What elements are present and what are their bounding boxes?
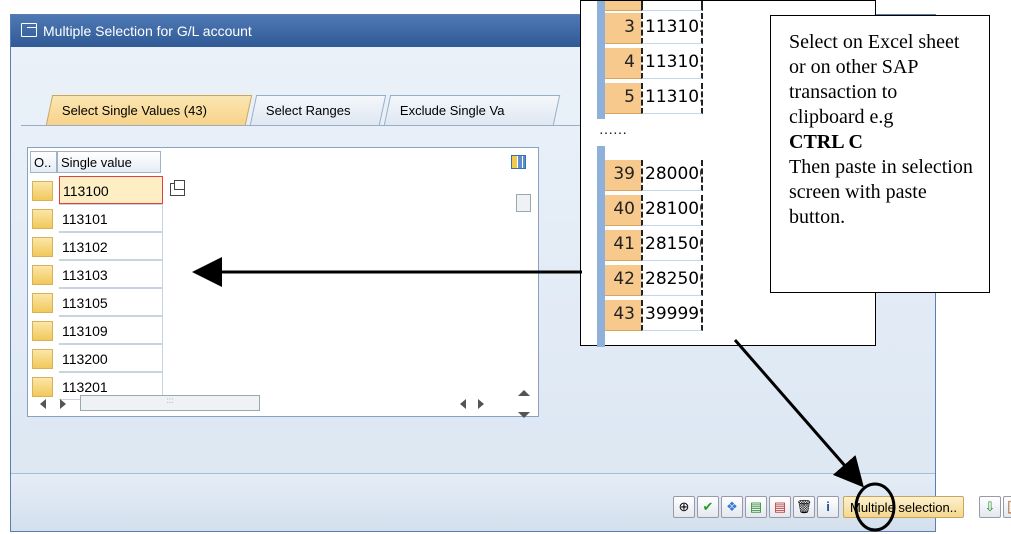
excel-cell: 399999 <box>641 300 703 331</box>
excel-row-number: 41 <box>605 230 641 261</box>
multiple-selection-icon[interactable] <box>170 180 185 196</box>
single-value-input[interactable]: 113101 <box>59 204 163 232</box>
excel-row <box>597 1 847 11</box>
row-selector[interactable] <box>32 181 53 201</box>
multiple-selection-button[interactable]: Multiple selection.. <box>843 496 964 518</box>
table-row: 113200 <box>30 344 170 372</box>
insert-row-icon[interactable]: ▤ <box>745 496 767 518</box>
vertical-scroll-thumb[interactable] <box>516 194 531 212</box>
single-value-input[interactable]: 113100 <box>59 176 163 204</box>
scroll-right-icon[interactable] <box>478 399 484 409</box>
excel-cell: 113105 <box>641 83 703 114</box>
callout-text-shortcut: CTRL C <box>789 131 863 153</box>
excel-cell: 113102 <box>641 13 703 44</box>
vertical-scrollbar[interactable] <box>515 184 533 418</box>
excel-row-number: 4 <box>605 48 641 79</box>
instruction-callout: Select on Excel sheet or on other SAP tr… <box>770 15 990 293</box>
scroll-up-icon[interactable] <box>518 390 530 396</box>
table-row: 113109 <box>30 316 170 344</box>
row-selector[interactable] <box>32 321 53 341</box>
tab-select-single-values[interactable]: Select Single Values (43) <box>45 95 253 125</box>
excel-row-number: 43 <box>605 300 641 331</box>
excel-cell: 113103 <box>641 48 703 79</box>
dialog-title: Multiple Selection for G/L account <box>43 23 252 39</box>
single-value-input[interactable]: 113103 <box>59 260 163 288</box>
scroll-left-icon[interactable] <box>40 399 46 409</box>
horizontal-scrollbar-secondary[interactable] <box>456 394 496 412</box>
dialog-window-icon <box>21 23 37 37</box>
table-settings-icon[interactable] <box>511 155 526 169</box>
column-header-options[interactable]: O.. <box>30 151 57 173</box>
tab-label: Select Single Values (43) <box>61 103 207 118</box>
scroll-down-icon[interactable] <box>518 412 530 418</box>
row-selector[interactable] <box>32 237 53 257</box>
row-selector[interactable] <box>32 293 53 313</box>
column-header-single-value[interactable]: Single value <box>57 151 161 173</box>
table-row: 113105 <box>30 288 170 316</box>
check-icon[interactable]: ✔ <box>697 496 719 518</box>
execute-icon[interactable]: ⊕ <box>673 496 695 518</box>
single-values-table: O.. Single value 113100 113101 113102 11… <box>27 147 539 418</box>
tab-exclude-single-values[interactable]: Exclude Single Va <box>383 95 561 125</box>
callout-text-intro: Select on Excel sheet or on other SAP tr… <box>789 31 960 128</box>
callout-text-paste: Then paste in selection screen with past… <box>789 156 973 228</box>
table-row: 113100 <box>30 176 185 204</box>
horizontal-scroll-thumb[interactable]: ::: <box>80 395 260 411</box>
tab-label: Select Ranges <box>265 103 351 118</box>
excel-cell: 282500 <box>641 265 703 296</box>
row-selector[interactable] <box>32 209 53 229</box>
excel-cell <box>641 1 703 11</box>
table-row: 113102 <box>30 232 170 260</box>
excel-row-number: 40 <box>605 195 641 226</box>
scroll-left-icon[interactable] <box>460 399 466 409</box>
options-icon[interactable]: ❖ <box>721 496 743 518</box>
single-value-input[interactable]: 113102 <box>59 232 163 260</box>
row-selector[interactable] <box>32 265 53 285</box>
excel-row-number: 3 <box>605 13 641 44</box>
single-value-input[interactable]: 113109 <box>59 316 163 344</box>
excel-ellipsis: …… <box>599 123 627 138</box>
excel-row-number: 42 <box>605 265 641 296</box>
tab-label: Exclude Single Va <box>399 103 505 118</box>
horizontal-scrollbar[interactable]: ::: <box>32 394 284 412</box>
excel-row-number <box>605 1 641 11</box>
single-value-input[interactable]: 113200 <box>59 344 163 372</box>
delete-row-icon[interactable]: ▤ <box>769 496 791 518</box>
info-icon[interactable]: i <box>817 496 839 518</box>
paste-clipboard-icon[interactable]: 📋 <box>1003 496 1011 518</box>
excel-cell: 280000 <box>641 160 703 191</box>
single-value-input[interactable]: 113105 <box>59 288 163 316</box>
excel-cell: 281500 <box>641 230 703 261</box>
table-row: 113101 <box>30 204 170 232</box>
row-selector[interactable] <box>32 349 53 369</box>
excel-row-number: 39 <box>605 160 641 191</box>
table-row: 113103 <box>30 260 170 288</box>
import-icon[interactable]: ⇩ <box>979 496 1001 518</box>
tab-select-ranges[interactable]: Select Ranges <box>249 95 387 125</box>
excel-row-number: 5 <box>605 83 641 114</box>
scroll-right-icon[interactable] <box>60 399 66 409</box>
excel-row: 43 399999 <box>597 300 847 331</box>
excel-cell: 281000 <box>641 195 703 226</box>
delete-all-icon[interactable]: 🗑 <box>793 496 815 518</box>
